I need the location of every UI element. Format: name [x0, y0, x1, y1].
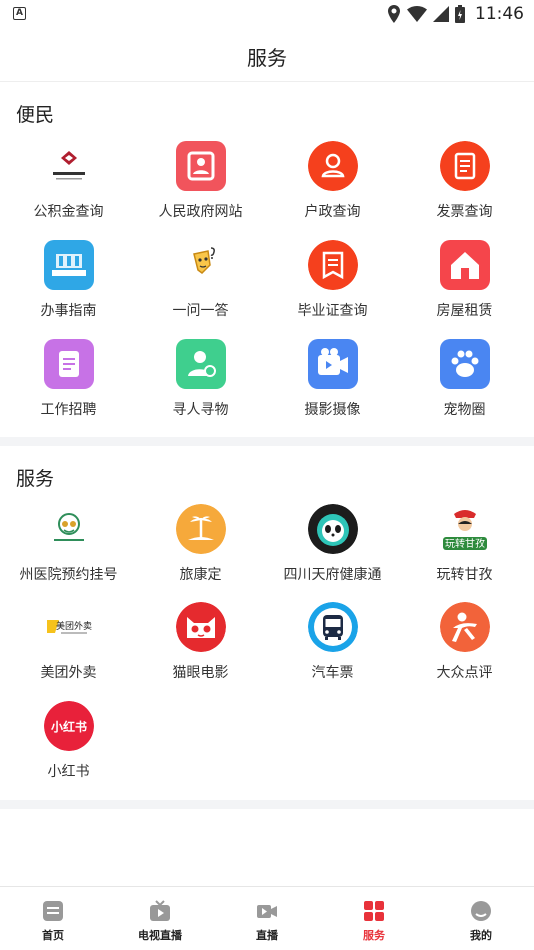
house-icon: [440, 240, 490, 290]
page-header: 服务: [0, 28, 534, 82]
grid-item-label: 州医院预约挂号: [19, 567, 118, 583]
ganzi-logo-text: 玩转甘孜: [445, 537, 485, 550]
grid-item-label: 一问一答: [172, 303, 229, 319]
section-title-services: 服务: [16, 468, 55, 490]
grid-item-household-query[interactable]: 户政查询: [266, 141, 399, 233]
grid-item-pet-circle[interactable]: 宠物圈: [398, 339, 531, 431]
tab-label: 电视直播: [138, 929, 182, 942]
video-camera-icon: [256, 900, 278, 922]
signal-icon: [433, 6, 449, 22]
tab-home[interactable]: 首页: [0, 887, 106, 950]
section-divider: [0, 800, 534, 809]
notification-a-icon: A: [13, 7, 26, 20]
grid-item-label: 发票查询: [436, 204, 493, 220]
grid-item-bus-ticket[interactable]: 汽车票: [266, 602, 399, 694]
status-icons: 11:46: [387, 3, 524, 25]
health-panda-icon: [308, 504, 358, 554]
grid-item-photography[interactable]: 摄影摄像: [266, 339, 399, 431]
grid-item-label: 宠物圈: [443, 402, 486, 418]
wifi-icon: [407, 6, 427, 22]
grid-item-label: 寻人寻物: [172, 402, 229, 418]
bus-icon: [308, 602, 358, 652]
meituan-logo-icon: 美团外卖: [44, 602, 94, 652]
hospital-logo-icon: [44, 504, 94, 554]
grid-item-label: 猫眼电影: [172, 665, 229, 681]
clock-time: 11:46: [475, 4, 524, 24]
status-bar: A 11:46: [0, 0, 534, 28]
meituan-logo-text: 美团外卖: [56, 620, 92, 632]
grid-item-label: 玩转甘孜: [436, 567, 493, 583]
grid-icon: [363, 900, 385, 922]
page-title: 服务: [247, 46, 287, 70]
person-icon: [308, 141, 358, 191]
housing-fund-logo-icon: [44, 141, 94, 191]
grid-item-maoyan[interactable]: 猫眼电影: [134, 602, 267, 694]
grid-item-dianping[interactable]: 大众点评: [398, 602, 531, 694]
grid-item-meituan[interactable]: 美团外卖 美团外卖: [2, 602, 135, 694]
grid-item-travel-kangding[interactable]: 旅康定: [134, 504, 267, 596]
lost-found-icon: [176, 339, 226, 389]
question-answer-icon: [176, 240, 226, 290]
tab-label: 我的: [470, 929, 492, 942]
maoyan-cat-icon: [176, 602, 226, 652]
tab-live[interactable]: 直播: [214, 887, 320, 950]
grid-item-label: 四川天府健康通: [283, 567, 382, 583]
grid-item-tianfu-health[interactable]: 四川天府健康通: [266, 504, 399, 596]
grid-item-label: 旅康定: [179, 567, 222, 583]
grid-item-ganzi-tour[interactable]: 玩转甘孜 玩转甘孜: [398, 504, 531, 596]
diploma-icon: [308, 240, 358, 290]
grid-item-lost-found[interactable]: 寻人寻物: [134, 339, 267, 431]
location-icon: [388, 5, 400, 23]
grid-item-label: 房屋租赁: [436, 303, 493, 319]
bottom-tab-bar: 首页 电视直播 直播 服务 我的: [0, 886, 534, 950]
home-doc-icon: [42, 900, 64, 922]
grid-item-label: 公积金查询: [33, 204, 104, 220]
grid-item-label: 美团外卖: [40, 665, 97, 681]
grid-item-label: 办事指南: [40, 303, 97, 319]
grid-item-diploma-query[interactable]: 毕业证查询: [266, 240, 399, 332]
grid-item-label: 小红书: [47, 764, 90, 780]
xiaohongshu-icon: 小红书: [44, 701, 94, 751]
grid-item-hospital-appointment[interactable]: 州医院预约挂号: [2, 504, 135, 596]
grid-item-label: 户政查询: [304, 204, 361, 220]
tab-services[interactable]: 服务: [321, 887, 427, 950]
grid-item-label: 摄影摄像: [304, 402, 361, 418]
tab-label: 服务: [363, 929, 385, 942]
invoice-icon: [440, 141, 490, 191]
grid-item-house-rental[interactable]: 房屋租赁: [398, 240, 531, 332]
grid-item-label: 毕业证查询: [297, 303, 368, 319]
camera-icon: [308, 339, 358, 389]
tab-profile[interactable]: 我的: [428, 887, 534, 950]
xiaohongshu-logo-text: 小红书: [51, 719, 87, 734]
section-title-convenience: 便民: [16, 104, 55, 126]
ganzi-logo-icon: 玩转甘孜: [440, 504, 490, 554]
profile-icon: [470, 900, 492, 922]
grid-item-qa[interactable]: 一问一答: [134, 240, 267, 332]
tab-label: 直播: [256, 929, 278, 942]
dianping-icon: [440, 602, 490, 652]
battery-icon: [455, 5, 465, 23]
tab-label: 首页: [42, 929, 64, 942]
tv-icon: [149, 900, 171, 922]
grid-item-label: 工作招聘: [40, 402, 97, 418]
grid-item-job-recruit[interactable]: 工作招聘: [2, 339, 135, 431]
grid-item-label: 大众点评: [436, 665, 493, 681]
section-divider: [0, 437, 534, 446]
grid-item-xiaohongshu[interactable]: 小红书 小红书: [2, 701, 135, 793]
grid-item-invoice-query[interactable]: 发票查询: [398, 141, 531, 233]
grid-item-service-guide[interactable]: 办事指南: [2, 240, 135, 332]
grid-item-label: 人民政府网站: [158, 204, 243, 220]
grid-item-housing-fund[interactable]: 公积金查询: [2, 141, 135, 233]
government-site-icon: [176, 141, 226, 191]
grid-item-label: 汽车票: [311, 665, 354, 681]
grid-item-government-site[interactable]: 人民政府网站: [134, 141, 267, 233]
travel-icon: [176, 504, 226, 554]
tab-tv-live[interactable]: 电视直播: [107, 887, 213, 950]
service-guide-icon: [44, 240, 94, 290]
pet-paw-icon: [440, 339, 490, 389]
job-icon: [44, 339, 94, 389]
